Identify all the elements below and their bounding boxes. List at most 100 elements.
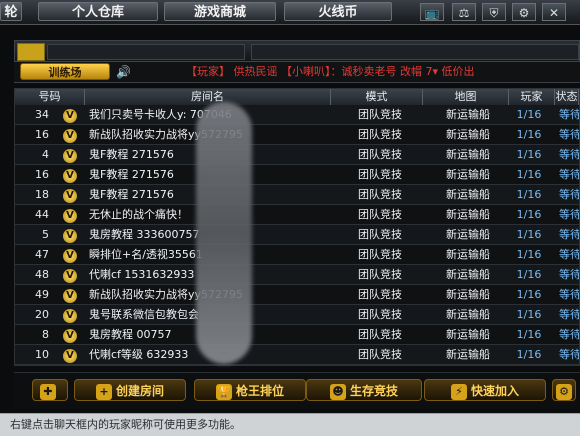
- shield-icon[interactable]: ⛨: [482, 3, 506, 21]
- status-bar: 右键点击聊天框内的玩家昵称可使用更多功能。: [0, 413, 580, 436]
- room-number: 44: [35, 208, 49, 221]
- v-badge-icon: V: [55, 265, 85, 284]
- table-row[interactable]: 34 V 我们只卖号卡收人y: 707046 团队竞技 新运输船 1/16 等待: [15, 105, 579, 125]
- room-players: 1/16: [516, 308, 542, 321]
- room-mode: 团队竞技: [358, 168, 402, 181]
- tab-game-mall[interactable]: 游戏商城: [164, 2, 276, 21]
- survival-button[interactable]: ☻ 生存竞技: [306, 379, 422, 401]
- room-players: 1/16: [516, 128, 542, 141]
- room-number: 16: [35, 128, 49, 141]
- room-status: 等待: [559, 328, 579, 341]
- room-status: 等待: [559, 268, 579, 281]
- room-number: 20: [35, 308, 49, 321]
- quick-join-label: 快速加入: [470, 384, 519, 398]
- table-row[interactable]: 8 V 鬼房教程 00757 团队竞技 新运输船 1/16 等待: [15, 325, 579, 345]
- tab-cf-currency[interactable]: 火线币: [284, 2, 392, 21]
- room-status: 等待: [559, 228, 579, 241]
- header-map[interactable]: 地图: [423, 89, 509, 105]
- left-tab-fragment[interactable]: 轮: [0, 2, 22, 21]
- room-map: 新运输船: [446, 188, 490, 201]
- table-row[interactable]: 18 V 鬼F教程 271576 团队竞技 新运输船 1/16 等待: [15, 185, 579, 205]
- v-badge-icon: V: [55, 305, 85, 324]
- room-map: 新运输船: [446, 248, 490, 261]
- header-status[interactable]: 状态: [555, 89, 579, 105]
- tv-icon[interactable]: 📺: [420, 3, 444, 21]
- v-badge-icon: V: [55, 205, 85, 224]
- room-mode: 团队竞技: [358, 148, 402, 161]
- table-row[interactable]: 16 V 鬼F教程 271576 团队竞技 新运输船 1/16 等待: [15, 165, 579, 185]
- room-status: 等待: [559, 108, 579, 121]
- quick-join-button[interactable]: ⚡ 快速加入: [424, 379, 546, 401]
- table-row[interactable]: 49 V 新战队招收实力战将yy572795 团队竞技 新运输船 1/16 等待: [15, 285, 579, 305]
- header-room-name[interactable]: 房间名: [85, 89, 331, 105]
- v-icon: V: [63, 209, 77, 223]
- plus-icon: +: [95, 383, 112, 400]
- v-badge-icon: V: [55, 345, 85, 364]
- table-row[interactable]: 47 V 瞬排位+名/透视35561 团队竞技 新运输船 1/16 等待: [15, 245, 579, 265]
- room-number: 16: [35, 168, 49, 181]
- top-bar: 轮 个人仓库 游戏商城 火线币 📺 ⚖ ⛨ ⚙ ✕: [0, 0, 580, 25]
- room-map: 新运输船: [446, 308, 490, 321]
- settings-button[interactable]: ⚙: [552, 379, 576, 401]
- search-icon[interactable]: [17, 43, 45, 61]
- room-players: 1/16: [516, 208, 542, 221]
- room-mode: 团队竞技: [358, 288, 402, 301]
- room-number: 48: [35, 268, 49, 281]
- table-header: 号码 房间名 模式 地图 玩家 状态: [15, 89, 579, 106]
- create-room-button[interactable]: + 创建房间: [74, 379, 186, 401]
- table-row[interactable]: 20 V 鬼号联系微信包教包会 团队竞技 新运输船 1/16 等待: [15, 305, 579, 325]
- header-mode[interactable]: 模式: [331, 89, 423, 105]
- room-map: 新运输船: [446, 288, 490, 301]
- tab-personal-warehouse[interactable]: 个人仓库: [38, 2, 158, 21]
- room-mode: 团队竞技: [358, 188, 402, 201]
- chat-input-right[interactable]: [251, 44, 579, 60]
- v-badge-icon: V: [55, 285, 85, 304]
- speaker-icon[interactable]: 🔊: [116, 65, 132, 79]
- room-players: 1/16: [516, 168, 542, 181]
- room-players: 1/16: [516, 228, 542, 241]
- scale-icon[interactable]: ⚖: [452, 3, 476, 21]
- room-status: 等待: [559, 208, 579, 221]
- room-map: 新运输船: [446, 328, 490, 341]
- room-players: 1/16: [516, 288, 542, 301]
- gift-button[interactable]: ✚: [32, 379, 68, 401]
- training-ground-button[interactable]: 训练场: [20, 63, 110, 80]
- room-players: 1/16: [516, 148, 542, 161]
- room-status: 等待: [559, 248, 579, 261]
- v-icon: V: [63, 249, 77, 263]
- v-badge-icon: V: [55, 105, 85, 124]
- survival-label: 生存竞技: [349, 384, 398, 398]
- trophy-icon: 🏆: [215, 383, 232, 400]
- v-badge-icon: V: [55, 145, 85, 164]
- table-row[interactable]: 44 V 无休止的战个痛快！ 团队竞技 新运输船 1/16 等待: [15, 205, 579, 225]
- privacy-blur-overlay: [196, 102, 252, 364]
- header-number[interactable]: 号码: [15, 89, 85, 105]
- room-number: 5: [42, 228, 49, 241]
- table-row[interactable]: 10 V 代喇cf等级 632933 团队竞技 新运输船 1/16 等待: [15, 345, 579, 365]
- room-mode: 团队竞技: [358, 208, 402, 221]
- v-icon: V: [63, 149, 77, 163]
- chat-input-left[interactable]: [47, 44, 245, 60]
- room-status: 等待: [559, 128, 579, 141]
- table-row[interactable]: 48 V 代喇cf 1531632933 团队竞技 新运输船 1/16 等待: [15, 265, 579, 285]
- gun-king-rank-button[interactable]: 🏆 枪王排位: [194, 379, 306, 401]
- table-row[interactable]: 5 V 鬼房教程 333600757 团队竞技 新运输船 1/16 等待: [15, 225, 579, 245]
- room-mode: 团队竞技: [358, 248, 402, 261]
- v-badge-icon: V: [55, 325, 85, 344]
- settings-icon[interactable]: ⚙: [512, 3, 536, 21]
- v-icon: V: [63, 309, 77, 323]
- v-badge-icon: V: [55, 225, 85, 244]
- table-row[interactable]: 4 V 鬼F教程 271576 团队竞技 新运输船 1/16 等待: [15, 145, 579, 165]
- room-mode: 团队竞技: [358, 308, 402, 321]
- room-players: 1/16: [516, 108, 542, 121]
- close-icon[interactable]: ✕: [542, 3, 566, 21]
- table-row[interactable]: 16 V 新战队招收实力战将yy572795 团队竞技 新运输船 1/16 等待: [15, 125, 579, 145]
- header-players[interactable]: 玩家: [509, 89, 555, 105]
- room-status: 等待: [559, 348, 579, 361]
- room-actions: ✚ + 创建房间 🏆 枪王排位 ☻ 生存竞技 ⚡ 快速加入 ⚙: [14, 372, 580, 409]
- v-icon: V: [63, 189, 77, 203]
- v-badge-icon: V: [55, 185, 85, 204]
- room-map: 新运输船: [446, 128, 490, 141]
- v-icon: V: [63, 169, 77, 183]
- room-mode: 团队竞技: [358, 268, 402, 281]
